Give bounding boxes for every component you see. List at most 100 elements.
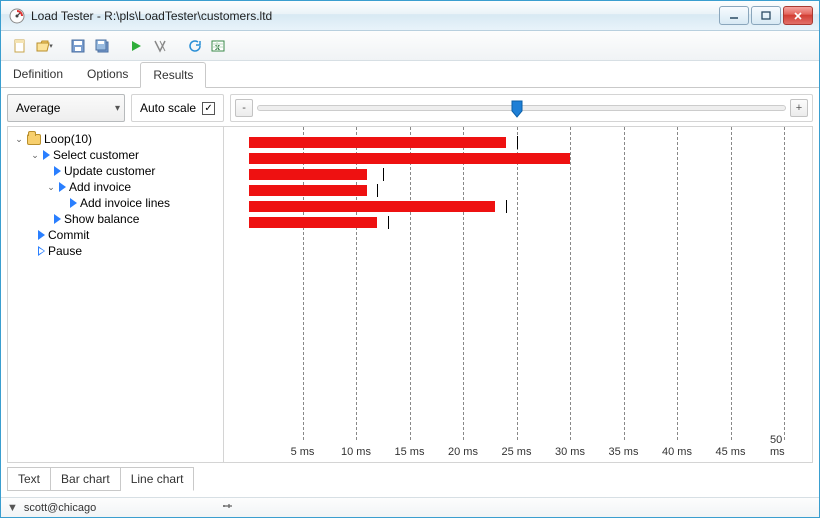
bar — [249, 217, 377, 228]
step-icon — [54, 214, 61, 224]
x-tick-label: 10 ms — [341, 446, 371, 458]
bar-row — [224, 215, 812, 229]
tree-item-label: Commit — [48, 228, 89, 242]
tree-item[interactable]: Show balance — [10, 211, 221, 227]
tree-item[interactable]: Commit — [10, 227, 221, 243]
tab-results[interactable]: Results — [140, 62, 206, 88]
export-excel-button[interactable]: x — [207, 35, 229, 57]
run-button[interactable] — [125, 35, 147, 57]
tab-definition[interactable]: Definition — [1, 62, 75, 88]
minimize-button[interactable] — [719, 6, 749, 25]
folder-icon — [27, 134, 41, 145]
pin-icon[interactable] — [221, 500, 233, 515]
metric-select-value: Average — [16, 101, 60, 115]
window-buttons — [719, 6, 813, 25]
window-title: Load Tester - R:\pls\LoadTester\customer… — [31, 9, 719, 23]
tree-item[interactable]: Pause — [10, 243, 221, 259]
bar — [249, 169, 367, 180]
bar-marker — [388, 216, 389, 229]
tree-item-label: Add invoice lines — [80, 196, 170, 210]
open-button[interactable]: ▾ — [33, 35, 55, 57]
x-tick-label: 20 ms — [448, 446, 478, 458]
expand-icon[interactable]: ⌄ — [14, 134, 24, 145]
zoom-thumb[interactable] — [511, 100, 523, 118]
bar — [249, 185, 367, 196]
x-tick-label: 35 ms — [609, 446, 639, 458]
chart-x-axis: 5 ms 10 ms 15 ms 20 ms 25 ms 30 ms 35 ms 40 ms 4… — [224, 440, 812, 462]
x-tick-label: 30 ms — [555, 446, 585, 458]
x-tick-label: 45 ms — [716, 446, 746, 458]
tree-item-label: Show balance — [64, 212, 139, 226]
bar-marker — [377, 184, 378, 197]
x-tick-label: 25 ms — [502, 446, 532, 458]
tree-item[interactable]: ⌄ Select customer — [10, 147, 221, 163]
tree-root-label: Loop(10) — [44, 132, 92, 146]
bar — [249, 153, 570, 164]
chart-bars — [224, 127, 812, 440]
chart-pane: 5 ms 10 ms 15 ms 20 ms 25 ms 30 ms 35 ms 40 ms 4… — [224, 127, 812, 462]
bar-row — [224, 135, 812, 149]
bar-row — [224, 183, 812, 197]
zoom-in-button[interactable]: + — [790, 99, 808, 117]
tree-item-label: Add invoice — [69, 180, 131, 194]
step-icon — [38, 246, 45, 256]
step-icon — [70, 198, 77, 208]
tree-item-label: Pause — [48, 244, 82, 258]
top-tabs: Definition Options Results — [1, 61, 819, 88]
tree-pane: ⌄ Loop(10) ⌄ Select customer Update cust… — [8, 127, 224, 462]
status-bar: ▼ scott@chicago — [1, 497, 819, 517]
expand-icon[interactable]: ⌄ — [46, 182, 56, 193]
refresh-button[interactable] — [183, 35, 205, 57]
x-tick-label: 15 ms — [395, 446, 425, 458]
maximize-button[interactable] — [751, 6, 781, 25]
x-tick-label: 5 ms — [291, 446, 315, 458]
save-all-button[interactable] — [91, 35, 113, 57]
bar-row — [224, 151, 812, 165]
results-main: ⌄ Loop(10) ⌄ Select customer Update cust… — [7, 126, 813, 463]
tree-item[interactable]: Add invoice lines — [10, 195, 221, 211]
tree-item[interactable]: ⌄ Add invoice — [10, 179, 221, 195]
chevron-down-icon: ▾ — [115, 103, 120, 114]
bottom-tab-line[interactable]: Line chart — [121, 467, 195, 491]
status-connection: scott@chicago — [24, 502, 96, 514]
expand-icon[interactable]: ⌄ — [30, 150, 40, 161]
autoscale-toggle[interactable]: Auto scale ✓ — [131, 94, 224, 122]
bottom-tabs: Text Bar chart Line chart — [7, 467, 813, 491]
save-button[interactable] — [67, 35, 89, 57]
title-bar: Load Tester - R:\pls\LoadTester\customer… — [1, 1, 819, 31]
tree-item-label: Select customer — [53, 148, 139, 162]
tree-item-label: Update customer — [64, 164, 155, 178]
zoom-track[interactable] — [257, 105, 786, 111]
zoom-out-button[interactable]: - — [235, 99, 253, 117]
step-tree[interactable]: ⌄ Loop(10) ⌄ Select customer Update cust… — [8, 127, 223, 263]
results-controls-row: Average ▾ Auto scale ✓ - + — [7, 94, 813, 122]
metric-select[interactable]: Average ▾ — [7, 94, 125, 122]
step-icon — [59, 182, 66, 192]
tree-root[interactable]: ⌄ Loop(10) — [10, 131, 221, 147]
step-icon — [38, 230, 45, 240]
bar-marker — [517, 136, 518, 149]
x-tick-label: 40 ms — [662, 446, 692, 458]
app-icon — [9, 8, 25, 24]
bar-row — [224, 167, 812, 181]
bar-marker — [506, 200, 507, 213]
results-panel: Average ▾ Auto scale ✓ - + ⌄ Loop(10) — [1, 88, 819, 497]
bar — [249, 201, 495, 212]
bar-marker — [383, 168, 384, 181]
close-button[interactable] — [783, 6, 813, 25]
new-button[interactable] — [9, 35, 31, 57]
main-toolbar: ▾ x — [1, 31, 819, 61]
stop-button[interactable] — [149, 35, 171, 57]
autoscale-label: Auto scale — [140, 101, 196, 115]
bar — [249, 137, 506, 148]
tab-options[interactable]: Options — [75, 62, 140, 88]
autoscale-checkbox[interactable]: ✓ — [202, 102, 215, 115]
bottom-tab-bar[interactable]: Bar chart — [51, 467, 121, 491]
x-tick-label: 50 ms — [770, 434, 798, 458]
bar-row — [224, 199, 812, 213]
tree-item[interactable]: Update customer — [10, 163, 221, 179]
bottom-tab-text[interactable]: Text — [7, 467, 51, 491]
step-icon — [43, 150, 50, 160]
status-dropdown-icon[interactable]: ▼ — [7, 502, 18, 514]
zoom-bar: - + — [230, 94, 813, 122]
